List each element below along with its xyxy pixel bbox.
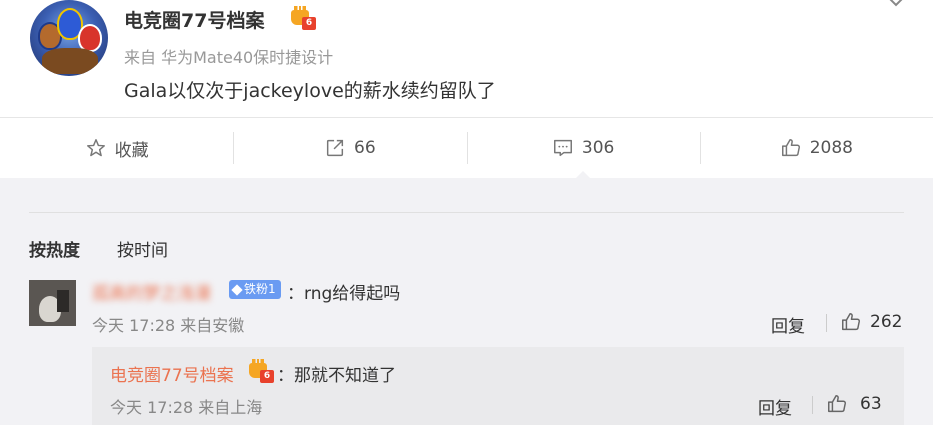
- sort-by-time-tab[interactable]: 按时间: [117, 236, 168, 261]
- comment-text: ：rng给得起吗: [287, 284, 401, 304]
- post-username[interactable]: 电竞圈77号档案: [124, 6, 264, 33]
- commenter-avatar[interactable]: [29, 280, 76, 326]
- thumbs-up-icon: [828, 395, 846, 413]
- divider: [29, 212, 904, 213]
- reply-reply-button[interactable]: 回复: [758, 394, 792, 419]
- like-button[interactable]: 2088: [699, 118, 933, 178]
- like-count: 2088: [809, 138, 853, 158]
- avatar-figure: [57, 290, 69, 312]
- vip-badge-icon[interactable]: 6: [249, 359, 275, 383]
- reply-like-button[interactable]: 63: [826, 393, 882, 415]
- comment-like-count: 262: [870, 312, 903, 332]
- thumbs-up-icon: [781, 139, 800, 157]
- reply-meta: 今天 17:28 来自上海: [110, 398, 263, 417]
- comment-count: 306: [581, 138, 615, 158]
- reply-username[interactable]: 电竞圈77号档案: [110, 361, 234, 386]
- weibo-post: 电竞圈77号档案 6 来自 华为Mate40保时捷设计 Gala以仅次于jack…: [0, 0, 933, 178]
- reply-thread: 电竞圈77号档案 6 ：那就不知道了 今天 17:28 来自上海 回复 63: [92, 347, 904, 425]
- fan-badge[interactable]: 铁粉1: [229, 280, 281, 299]
- sort-by-hot-tab[interactable]: 按热度: [29, 236, 80, 261]
- diamond-icon: [231, 283, 243, 296]
- divider: [826, 314, 827, 332]
- comment-icon: [553, 139, 572, 157]
- user-avatar[interactable]: [30, 0, 108, 76]
- comment-reply-button[interactable]: 回复: [771, 312, 805, 337]
- repost-count: 66: [354, 138, 376, 158]
- vip-badge-icon[interactable]: 6: [291, 6, 317, 30]
- reply-like-count: 63: [860, 394, 882, 414]
- post-source[interactable]: 来自 华为Mate40保时捷设计: [124, 44, 333, 68]
- share-icon: [326, 139, 344, 157]
- chevron-down-icon[interactable]: [886, 0, 906, 12]
- divider: [812, 396, 813, 414]
- star-icon: [86, 139, 105, 157]
- commenter-username[interactable]: 孤高的梦之浅漫: [92, 279, 211, 304]
- favorite-label: 收藏: [114, 140, 149, 161]
- vip-level-tag: 6: [260, 370, 274, 383]
- fan-badge-label: 铁粉1: [244, 282, 276, 296]
- favorite-button[interactable]: 收藏: [0, 118, 233, 178]
- avatar-figure: [42, 48, 98, 74]
- repost-button[interactable]: 66: [233, 118, 466, 178]
- vip-level-tag: 6: [302, 17, 316, 30]
- comment-like-button[interactable]: 262: [840, 311, 902, 333]
- thumbs-up-icon: [842, 313, 860, 331]
- comment-button[interactable]: 306: [466, 118, 700, 178]
- comment-meta: 今天 17:28 来自安徽: [92, 316, 245, 335]
- action-bar: 收藏 66 306 2088: [0, 118, 933, 178]
- post-content: Gala以仅次于jackeylove的薪水续约留队了: [124, 80, 496, 102]
- comments-section: 按热度 按时间 孤高的梦之浅漫 铁粉1 ：rng给得起吗 今天 17:28 来自…: [0, 178, 933, 425]
- reply-text: ：那就不知道了: [277, 366, 396, 386]
